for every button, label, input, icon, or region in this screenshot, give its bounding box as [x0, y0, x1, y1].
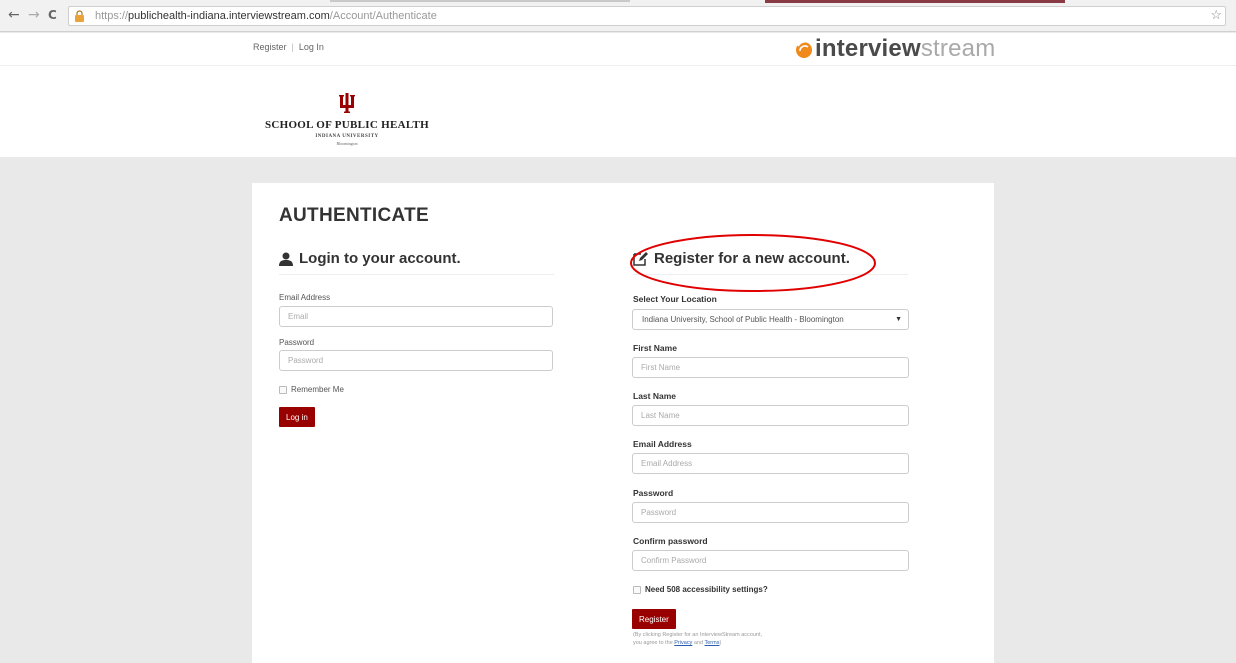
remember-me-row[interactable]: Remember Me [279, 385, 344, 394]
confirm-password-input[interactable] [632, 550, 909, 571]
nav-separator: | [291, 42, 294, 52]
interviewstream-logo[interactable]: interviewstream [793, 33, 995, 65]
location-label: Select Your Location [633, 294, 717, 304]
accessibility-label: Need 508 accessibility settings? [645, 585, 768, 594]
school-city: Bloomington [336, 141, 358, 146]
terms-link[interactable]: Terms [704, 640, 719, 646]
nav-login-link[interactable]: Log In [299, 42, 324, 52]
first-name-input[interactable] [632, 357, 909, 378]
register-heading-rule [633, 274, 908, 275]
legal-line-2: you agree to the Privacy and Terms) [633, 639, 853, 647]
location-select-value: Indiana University, School of Public Hea… [642, 315, 844, 324]
register-heading-text: Register for a new account. [654, 250, 850, 267]
login-button[interactable]: Log in [279, 407, 315, 427]
edit-icon [633, 252, 648, 266]
login-heading: Login to your account. [279, 250, 461, 267]
authenticate-card: AUTHENTICATE Login to your account. Emai… [252, 183, 994, 663]
login-email-input[interactable] [279, 306, 553, 327]
register-heading: Register for a new account. [633, 250, 850, 267]
school-logo: SCHOOL OF PUBLIC HEALTH INDIANA UNIVERSI… [262, 93, 432, 146]
top-nav: Register | Log In [253, 42, 324, 52]
confirm-password-label: Confirm password [633, 536, 708, 546]
accessibility-checkbox[interactable] [633, 585, 641, 594]
bookmark-star-icon[interactable]: ☆ [1210, 8, 1222, 22]
site-header: Register | Log In interviewstream SCHOOL O… [0, 33, 1236, 157]
url-scheme: https:// [95, 10, 129, 22]
first-name-label: First Name [633, 343, 677, 353]
accessibility-row[interactable]: Need 508 accessibility settings? [633, 585, 768, 594]
url-host: publichealth-indiana.interviewstream.com [128, 10, 330, 22]
header-divider [0, 65, 1236, 66]
login-password-input[interactable] [279, 350, 553, 371]
url-path: /Account/Authenticate [329, 10, 437, 22]
tab-strip-left [330, 0, 630, 2]
brand-text-light: stream [920, 35, 996, 62]
school-university: INDIANA UNIVERSITY [315, 134, 379, 139]
back-icon[interactable]: ← [8, 7, 20, 23]
last-name-input[interactable] [632, 405, 909, 426]
location-select[interactable]: Indiana University, School of Public Hea… [632, 309, 909, 330]
lock-icon [75, 10, 84, 22]
login-heading-text: Login to your account. [299, 250, 461, 267]
register-password-input[interactable] [632, 502, 909, 523]
address-bar[interactable]: https://publichealth-indiana.interviewst… [68, 6, 1226, 26]
iu-trident-icon [339, 93, 355, 113]
remember-me-label: Remember Me [291, 385, 344, 394]
legal-and: and [693, 640, 704, 646]
login-email-label: Email Address [279, 293, 331, 302]
register-email-label: Email Address [633, 439, 692, 449]
register-password-label: Password [633, 488, 674, 498]
register-email-input[interactable] [632, 453, 909, 474]
forward-icon[interactable]: → [28, 7, 40, 23]
school-name: SCHOOL OF PUBLIC HEALTH [264, 119, 430, 131]
legal-close: ) [719, 640, 722, 646]
interviewstream-swirl-icon [796, 40, 812, 58]
login-heading-rule [279, 274, 554, 275]
select-caret-icon: ▼ [895, 316, 902, 323]
legal-line-1: (By clicking Register for an InterviewSt… [633, 632, 762, 638]
last-name-label: Last Name [633, 391, 676, 401]
register-legal-text: (By clicking Register for an InterviewSt… [633, 631, 853, 647]
reload-icon[interactable]: C [48, 7, 57, 23]
tab-strip-right [765, 0, 1065, 3]
legal-prefix: you agree to the [633, 640, 673, 646]
user-icon [279, 252, 293, 266]
nav-register-link[interactable]: Register [253, 42, 287, 52]
privacy-link[interactable]: Privacy [674, 640, 692, 646]
page-title: AUTHENTICATE [279, 205, 429, 226]
remember-me-checkbox[interactable] [279, 385, 287, 394]
login-password-label: Password [279, 338, 315, 347]
browser-toolbar: ← → C https://publichealth-indiana.inter… [0, 0, 1236, 32]
brand-text-bold: interview [815, 35, 921, 62]
register-button[interactable]: Register [632, 609, 676, 629]
